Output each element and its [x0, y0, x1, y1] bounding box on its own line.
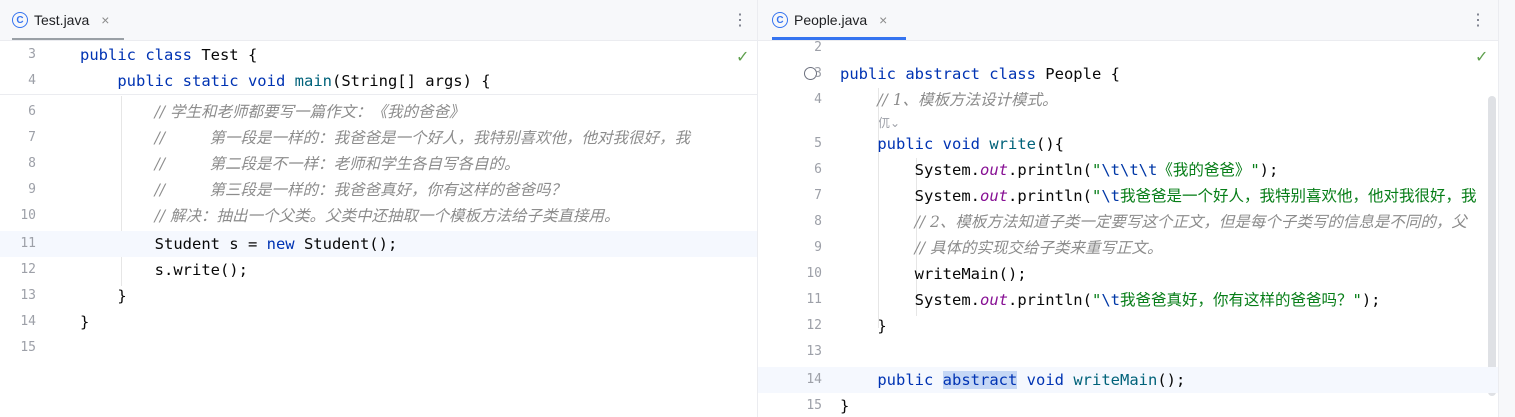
folded-region-separator [0, 94, 757, 95]
code-line[interactable]: 14 public abstract void writeMain(); [758, 367, 1498, 393]
line-number: 7 [28, 130, 36, 145]
more-options-icon[interactable]: ⋮ [732, 10, 748, 30]
tab-label: Test.java [34, 12, 90, 28]
code-line[interactable]: 13 } [0, 283, 757, 309]
code-text: // 2、模板方法知道子类一定要写这个正文，但是每个子类写的信息是不同的，父 [914, 213, 1467, 231]
line-number: 8 [814, 214, 822, 229]
code-line[interactable]: 7 System.out.println("\t我爸爸是一个好人，我特别喜欢他，… [758, 183, 1498, 209]
line-number: 10 [806, 266, 822, 281]
code-line[interactable]: 8 // 第二段是不一样：老师和学生各自写各自的。 [0, 151, 757, 177]
class-icon: C [772, 12, 788, 28]
code-line[interactable]: 11 Student s = new Student(); [0, 231, 757, 257]
tab-people-java[interactable]: C People.java × [772, 0, 906, 40]
code-text: // 具体的实现交给子类来重写正文。 [914, 239, 1163, 257]
code-line[interactable]: 10 // 解决：抽出一个父类。父类中还抽取一个模板方法给子类直接用。 [0, 203, 757, 229]
code-text: // 第一段是一样的：我爸爸是一个好人，我特别喜欢他，他对我很好，我 [154, 129, 690, 147]
code-text: public class Test { [80, 46, 258, 64]
code-line[interactable]: 12 } [758, 313, 1498, 339]
code-line[interactable]: 2 [758, 35, 1498, 61]
code-line[interactable]: 9 // 具体的实现交给子类来重写正文。 [758, 235, 1498, 261]
code-text: System.out.println("\t我爸爸真好，你有这样的爸爸吗？"); [840, 291, 1381, 309]
line-number: 3 [28, 47, 36, 62]
line-number: 3 [814, 66, 822, 81]
line-number: 14 [20, 314, 36, 329]
code-line[interactable]: 11 System.out.println("\t我爸爸真好，你有这样的爸爸吗？… [758, 287, 1498, 313]
line-number: 13 [20, 288, 36, 303]
code-line[interactable]: 4 public static void main(String[] args)… [0, 68, 757, 94]
code-line[interactable]: 4 // 1、模板方法设计模式。 [758, 87, 1498, 113]
code-text: // 1、模板方法设计模式。 [877, 91, 1058, 109]
code-text: // 解决：抽出一个父类。父类中还抽取一个模板方法给子类直接用。 [154, 207, 620, 225]
line-number: 7 [814, 188, 822, 203]
line-number: 14 [806, 372, 822, 387]
code-text: } [840, 317, 887, 335]
code-text: public void write(){ [877, 135, 1064, 153]
code-text: writeMain(); [840, 265, 1027, 283]
line-number: 10 [20, 208, 36, 223]
code-text: // 第二段是不一样：老师和学生各自写各自的。 [154, 155, 520, 173]
right-tool-strip [1498, 0, 1515, 417]
code-line[interactable]: 15 [0, 335, 757, 361]
code-text: // 学生和老师都要写一篇作文：《我的爸爸》 [154, 103, 465, 121]
code-line[interactable]: 7 // 第一段是一样的：我爸爸是一个好人，我特别喜欢他，他对我很好，我 [0, 125, 757, 151]
code-text: } [80, 287, 127, 305]
code-line[interactable]: 6 System.out.println("\t\t\t《我的爸爸》"); [758, 157, 1498, 183]
code-line[interactable]: 14} [0, 309, 757, 335]
right-editor-pane: C People.java × ⋮ ✓ 㐳⌄ 2 3 public abstract… [758, 0, 1498, 417]
code-text: } [840, 397, 850, 415]
code-line[interactable]: 3 public class Test { [0, 42, 757, 68]
code-text: System.out.println("\t我爸爸是一个好人，我特别喜欢他，他对… [840, 187, 1477, 205]
code-line[interactable]: 12 s.write(); [0, 257, 757, 283]
line-number: 8 [28, 156, 36, 171]
code-text: System.out.println("\t\t\t《我的爸爸》"); [840, 161, 1279, 179]
left-tab-bar: C Test.java × ⋮ [0, 0, 757, 41]
line-number: 9 [814, 240, 822, 255]
line-number: 15 [20, 340, 36, 355]
more-options-icon[interactable]: ⋮ [1470, 10, 1486, 30]
line-number: 11 [20, 236, 36, 251]
code-text: Student s = new Student(); [80, 235, 398, 253]
tab-label: People.java [794, 12, 868, 28]
code-text: s.write(); [80, 261, 248, 279]
line-number: 6 [814, 162, 822, 177]
line-number: 11 [806, 292, 822, 307]
line-number: 15 [806, 398, 822, 413]
code-line[interactable]: 10 writeMain(); [758, 261, 1498, 287]
code-text: public abstract class People { [840, 65, 1120, 83]
code-line[interactable]: 8 // 2、模板方法知道子类一定要写这个正文，但是每个子类写的信息是不同的，父 [758, 209, 1498, 235]
code-text: public abstract void writeMain(); [877, 371, 1186, 389]
close-icon[interactable]: × [879, 12, 887, 28]
line-number: 9 [28, 182, 36, 197]
class-icon: C [12, 12, 28, 28]
code-line[interactable]: 3 public abstract class People { [758, 61, 1498, 87]
code-line[interactable]: 6 // 学生和老师都要写一篇作文：《我的爸爸》 [0, 99, 757, 125]
line-number: 12 [806, 318, 822, 333]
tab-test-java[interactable]: C Test.java × [12, 0, 124, 40]
line-number: 5 [814, 136, 822, 151]
line-number: 2 [814, 40, 822, 55]
code-text: public static void main(String[] args) { [117, 72, 491, 90]
line-number: 4 [28, 73, 36, 88]
left-editor-pane: C Test.java × ⋮ ✓ 3 public class Test {4 … [0, 0, 758, 417]
inlay-hint-icon[interactable]: 㐳⌄ [878, 114, 900, 131]
line-number: 12 [20, 262, 36, 277]
line-number: 13 [806, 344, 822, 359]
line-number: 4 [814, 92, 822, 107]
code-text: } [80, 313, 90, 331]
code-line[interactable]: 5 public void write(){ [758, 131, 1498, 157]
code-text: // 第三段是一样的：我爸爸真好，你有这样的爸爸吗？ [154, 181, 566, 199]
code-line[interactable]: 15} [758, 393, 1498, 417]
line-number: 6 [28, 104, 36, 119]
code-line[interactable]: 9 // 第三段是一样的：我爸爸真好，你有这样的爸爸吗？ [0, 177, 757, 203]
code-line[interactable]: 13 [758, 339, 1498, 365]
close-icon[interactable]: × [101, 12, 109, 28]
